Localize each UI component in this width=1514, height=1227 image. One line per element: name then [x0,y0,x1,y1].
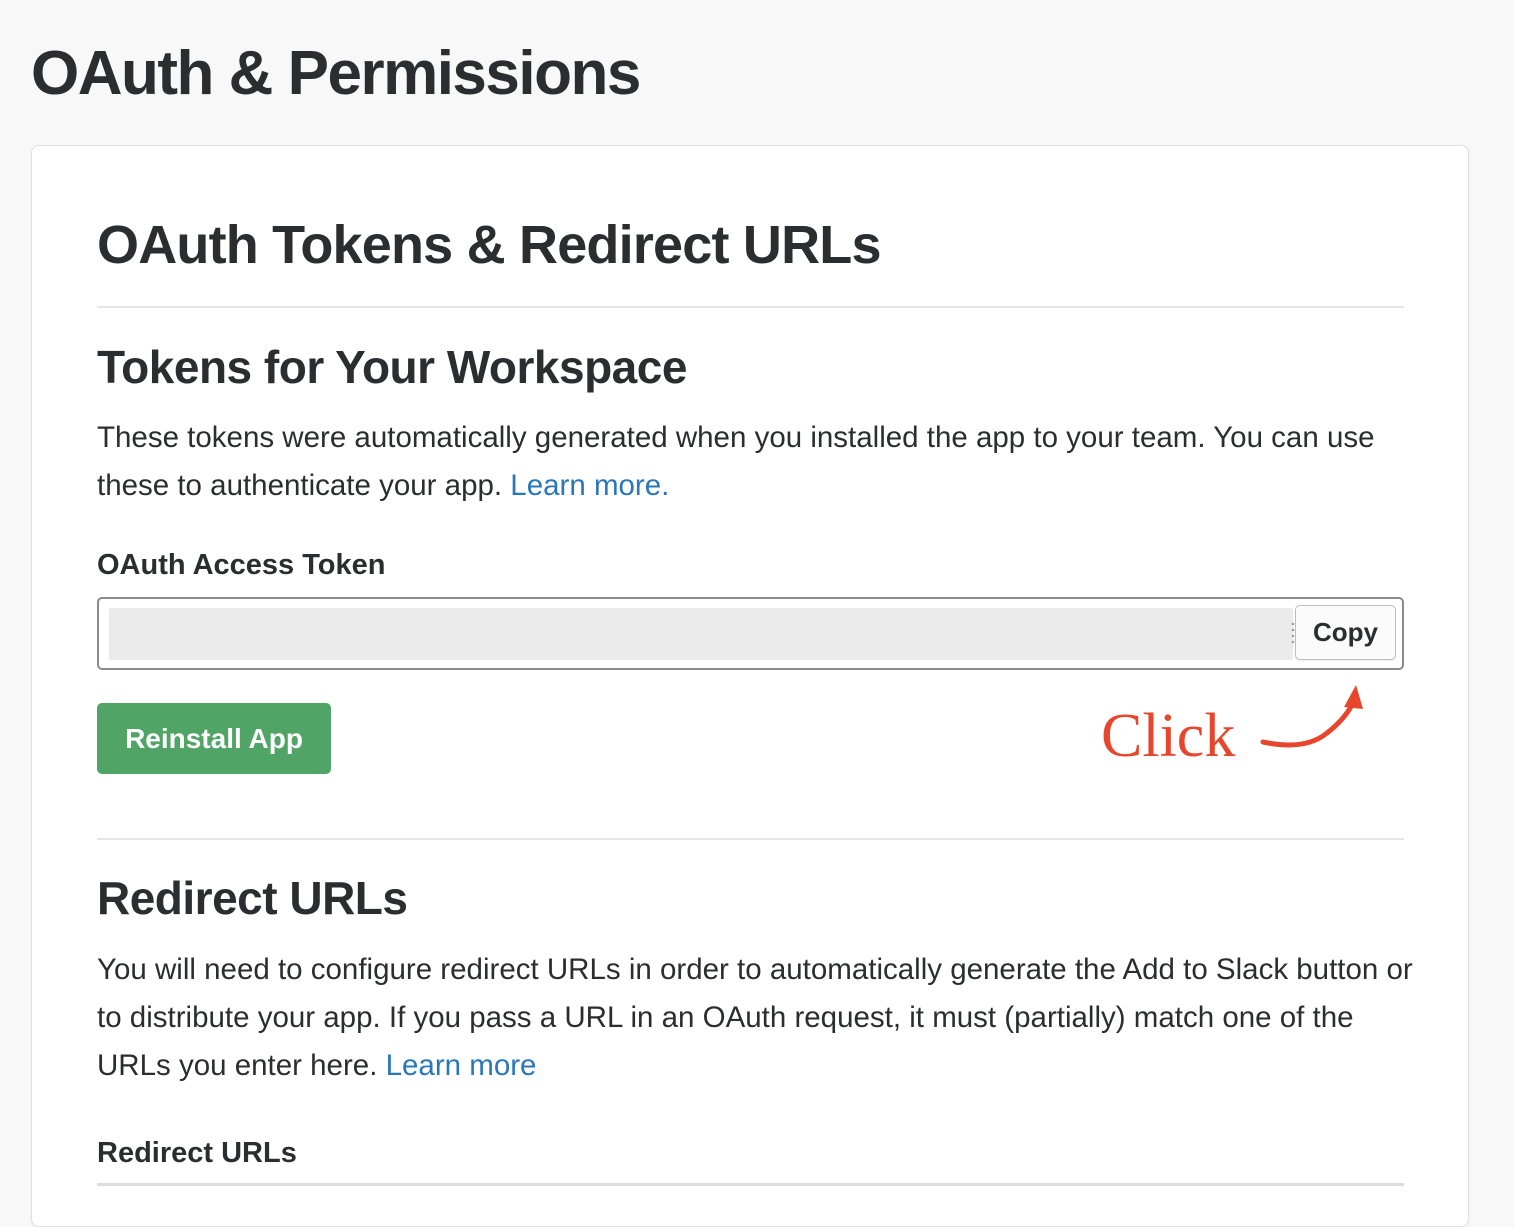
oauth-card: OAuth Tokens & Redirect URLs Tokens for … [31,145,1469,1227]
divider [97,306,1404,308]
redirect-description-text: You will need to configure redirect URLs… [97,953,1413,1082]
oauth-access-token-label: OAuth Access Token [97,549,386,581]
oauth-access-token-input[interactable] [109,608,1293,660]
divider [97,838,1404,840]
oauth-access-token-field: Copy [97,597,1404,670]
click-annotation-text: Click [1101,702,1236,770]
tokens-description: These tokens were automatically generate… [97,414,1417,510]
redirect-urls-label: Redirect URLs [97,1137,297,1169]
tokens-description-text: These tokens were automatically generate… [97,421,1375,502]
card-title: OAuth Tokens & Redirect URLs [97,215,882,275]
tokens-section-title: Tokens for Your Workspace [97,341,687,393]
copy-button[interactable]: Copy [1295,605,1396,660]
redirect-learn-more-link[interactable]: Learn more [386,1049,537,1082]
click-arrow-icon [1260,685,1363,748]
redirect-description: You will need to configure redirect URLs… [97,946,1417,1090]
reinstall-app-button[interactable]: Reinstall App [97,703,331,774]
redirect-urls-field-top-edge [97,1183,1404,1186]
redirect-section-title: Redirect URLs [97,872,408,924]
page-title: OAuth & Permissions [31,39,641,108]
tokens-learn-more-link[interactable]: Learn more. [510,469,669,502]
